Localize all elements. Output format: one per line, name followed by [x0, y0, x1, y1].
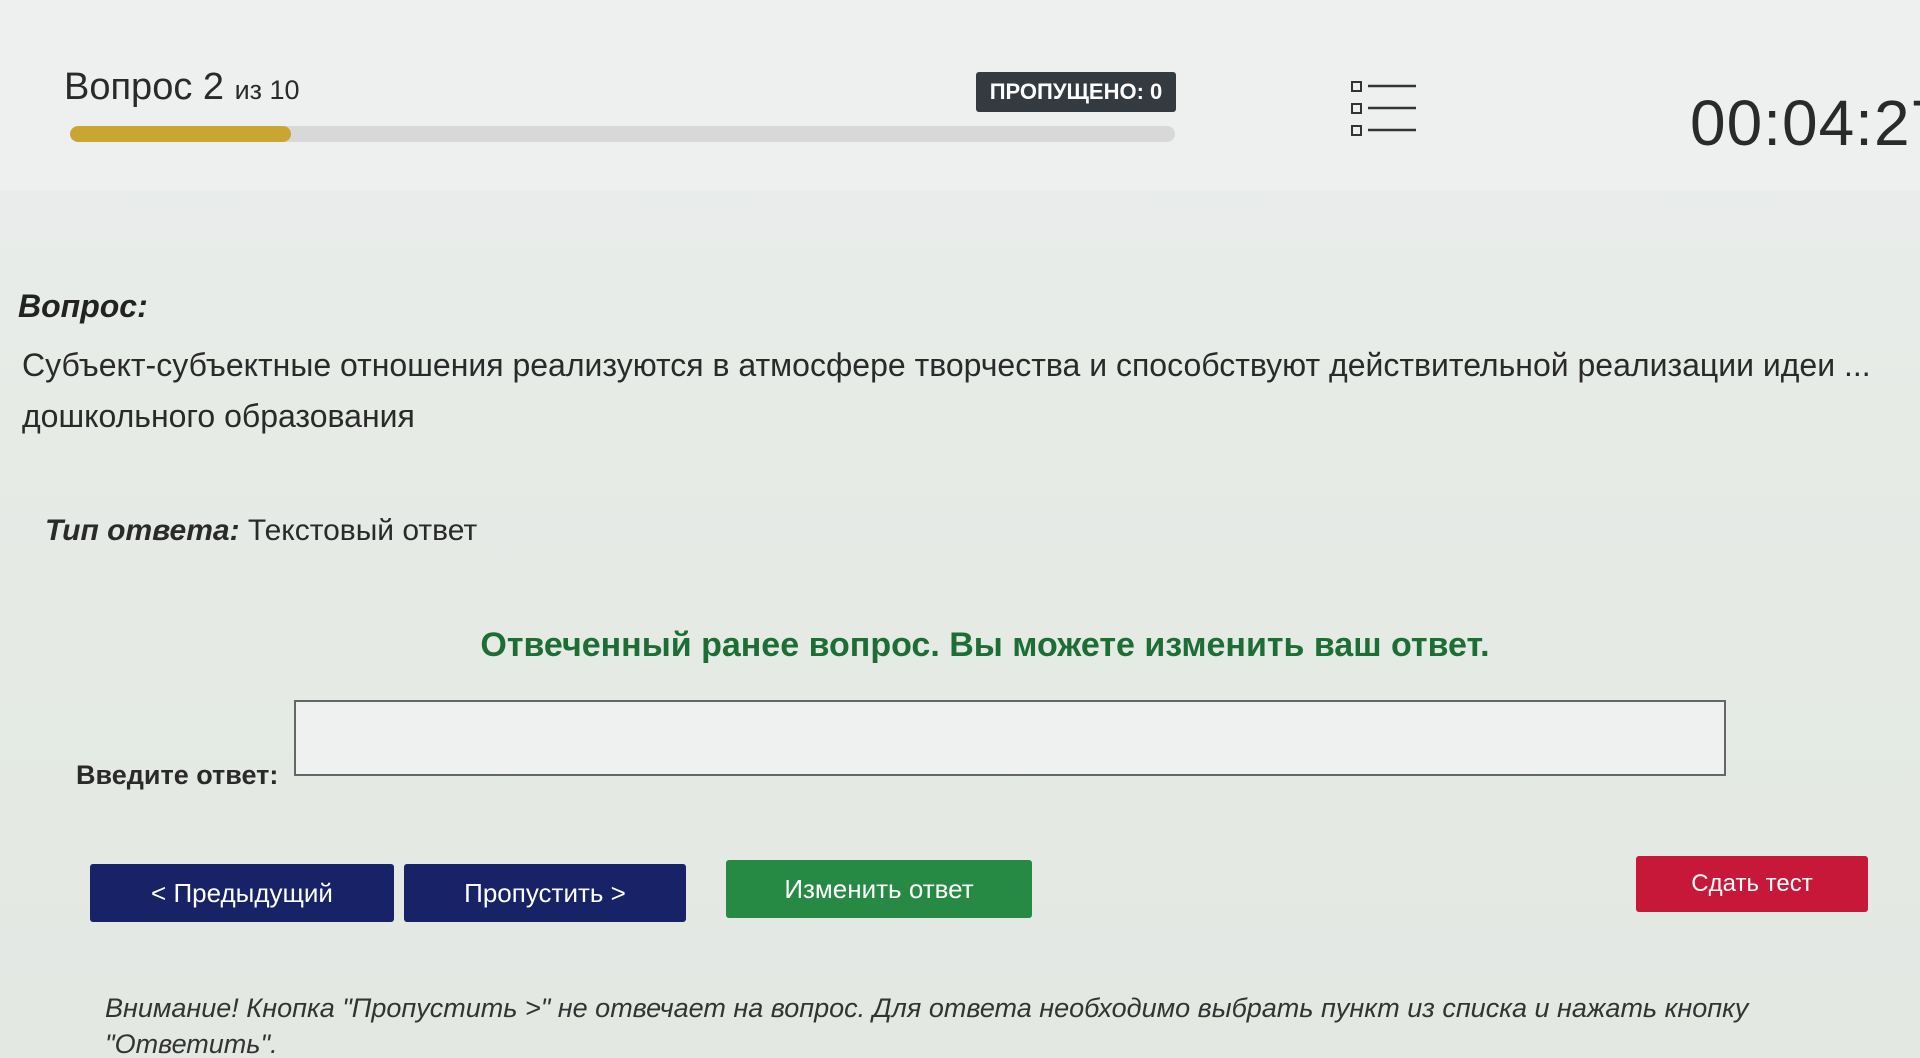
- answer-type-value: Текстовый ответ: [247, 514, 478, 547]
- question-list-button[interactable]: [1350, 78, 1420, 140]
- submit-test-button[interactable]: Сдать тест: [1636, 856, 1868, 912]
- question-label: Вопрос:: [18, 288, 148, 324]
- answer-input[interactable]: [294, 700, 1726, 776]
- question-list-icon: [1351, 81, 1416, 136]
- question-total: из 10: [234, 75, 300, 105]
- test-page: Вопрос 2 из 10 ПРОПУЩЕНО: 0 00:04:27 Воп…: [0, 0, 1920, 1058]
- skipped-badge: ПРОПУЩЕНО: 0: [976, 72, 1176, 112]
- answer-input-label: Введите ответ:: [76, 760, 279, 790]
- timer: 00:04:27: [1690, 87, 1920, 159]
- skip-button[interactable]: Пропустить >: [404, 864, 686, 922]
- skip-warning: Внимание! Кнопка "Пропустить >" не отвеч…: [105, 993, 1749, 1058]
- change-answer-button[interactable]: Изменить ответ: [726, 860, 1032, 918]
- question-text: Субъект-субъектные отношения реализуются…: [22, 347, 1871, 434]
- previous-button[interactable]: < Предыдущий: [90, 864, 394, 922]
- question-counter: Вопрос 2 из 10: [64, 66, 300, 109]
- answer-type-label: Тип ответа:: [45, 514, 240, 547]
- progress-bar: [70, 126, 1175, 142]
- answered-notice: Отвеченный ранее вопрос. Вы можете измен…: [480, 626, 1490, 664]
- answer-type: Тип ответа: Текстовый ответ: [45, 514, 477, 548]
- header-bar: Вопрос 2 из 10 ПРОПУЩЕНО: 0 00:04:27: [0, 0, 1920, 190]
- progress-fill: [70, 126, 291, 142]
- question-number: Вопрос 2: [64, 66, 225, 108]
